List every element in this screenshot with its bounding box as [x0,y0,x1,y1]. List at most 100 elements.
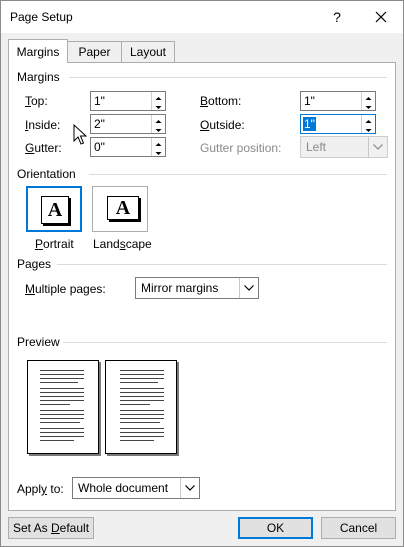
preview-text-line [120,388,164,389]
spin-up-icon[interactable] [152,138,165,147]
spin-down-icon[interactable] [362,101,375,110]
mouse-cursor-icon [73,124,87,145]
preview-text-line [120,432,164,433]
pages-section-label: Pages [17,257,52,271]
portrait-page-icon: A [41,196,69,224]
landscape-label-pre: Land [93,237,120,251]
preview-text-line [40,440,74,441]
top-label-rest: op: [31,94,48,108]
preview-section-label: Preview [17,335,60,349]
spin-up-icon[interactable] [362,92,375,101]
preview-text-line [120,404,150,405]
preview-text-line [120,378,164,379]
spin-down-icon[interactable] [152,147,165,156]
gutter-spinner[interactable]: 0" [90,137,166,157]
outside-label-mnemonic: O [200,118,210,132]
bottom-label-mnemonic: B [200,94,209,108]
outside-margin-value: 1" [303,117,316,131]
apply-to-label-post: to: [47,482,64,496]
preview-text-line [120,440,154,441]
preview-text-line [120,396,164,397]
preview-text-line [120,436,164,437]
apply-to-value: Whole document [78,481,169,495]
spin-up-icon[interactable] [152,92,165,101]
close-button[interactable] [361,3,401,31]
help-button[interactable]: ? [319,3,355,31]
portrait-label: Portrait [35,237,74,251]
multiple-pages-label-rest: ultiple pages: [35,282,106,296]
landscape-option[interactable]: A [92,186,148,232]
tab-layout[interactable]: Layout [121,41,175,62]
margins-panel: Margins Top: 1" Bottom: 1" Inside: 2" Ou… [8,62,396,511]
apply-to-label-pre: Appl [17,482,42,496]
cancel-button[interactable]: Cancel [321,517,396,539]
inside-margin-arrows [151,115,165,133]
title-bar: Page Setup ? [1,1,403,33]
inside-margin-spinner[interactable]: 2" [90,114,166,134]
multiple-pages-label: Multiple pages: [25,282,106,296]
apply-to-dropdown[interactable]: Whole document [72,477,200,499]
gutter-position-value: Left [306,140,327,154]
gutter-arrows [151,138,165,156]
pages-separator [57,264,387,265]
preview-text-line [40,414,84,415]
close-icon [375,11,387,23]
outside-margin-spinner[interactable]: 1" [300,114,376,134]
spin-up-icon[interactable] [152,115,165,124]
preview-text-line [40,436,84,437]
preview-text-line [120,400,164,401]
apply-to-label: Apply to: [17,482,64,496]
preview-text-line [120,428,164,429]
set-as-default-button[interactable]: Set As Default [8,517,94,539]
margins-separator [69,77,387,78]
top-margin-spinner[interactable]: 1" [90,91,166,111]
spin-up-icon[interactable] [362,115,375,124]
tab-margins-label: Margins [16,45,60,59]
spin-down-icon[interactable] [152,124,165,133]
top-margin-value: 1" [94,94,105,108]
bottom-margin-spinner[interactable]: 1" [300,91,376,111]
portrait-option[interactable]: A [26,186,82,232]
outside-label: Outside: [200,118,245,132]
bottom-label: Bottom: [200,94,241,108]
inside-margin-value: 2" [94,117,105,131]
outside-label-rest: utside: [209,118,245,132]
spin-down-icon[interactable] [362,124,375,133]
multiple-pages-dropdown[interactable]: Mirror margins [135,277,259,299]
outside-margin-arrows [361,115,375,133]
tab-paper[interactable]: Paper [67,41,122,62]
preview-text-line [120,374,164,375]
gutter-position-dropdown[interactable]: Left [300,136,388,158]
landscape-label-post: cape [125,237,152,251]
preview-text-line [120,414,164,415]
bottom-margin-arrows [361,92,375,110]
gutter-label-mnemonic: G [25,141,35,155]
portrait-label-mnemonic: P [35,237,44,251]
tab-layout-label: Layout [129,45,167,59]
chevron-down-icon [180,478,199,498]
preview-text-line [120,392,164,393]
top-margin-arrows [151,92,165,110]
chevron-down-icon [368,137,387,157]
preview-text-line [120,382,158,383]
window-title: Page Setup [10,10,73,24]
gutter-value: 0" [94,140,105,154]
ok-button[interactable]: OK [238,517,313,539]
bottom-label-rest: ottom: [208,94,242,108]
preview-text-line [120,410,164,411]
preview-text-line [40,378,84,379]
gutter-label: Gutter: [25,141,62,155]
spin-down-icon[interactable] [152,101,165,110]
set-default-label-pre: Set As [12,521,51,535]
top-label: Top: [25,94,48,108]
preview-text-line [120,422,160,423]
preview-text-line [40,396,84,397]
preview-text-line [40,374,84,375]
preview-text-line [40,400,84,401]
tab-paper-label: Paper [78,45,111,59]
preview-text-line [40,432,84,433]
tab-margins[interactable]: Margins [8,39,68,63]
bottom-margin-value: 1" [304,94,315,108]
multiple-pages-value: Mirror margins [141,281,219,295]
orientation-separator [89,174,387,175]
